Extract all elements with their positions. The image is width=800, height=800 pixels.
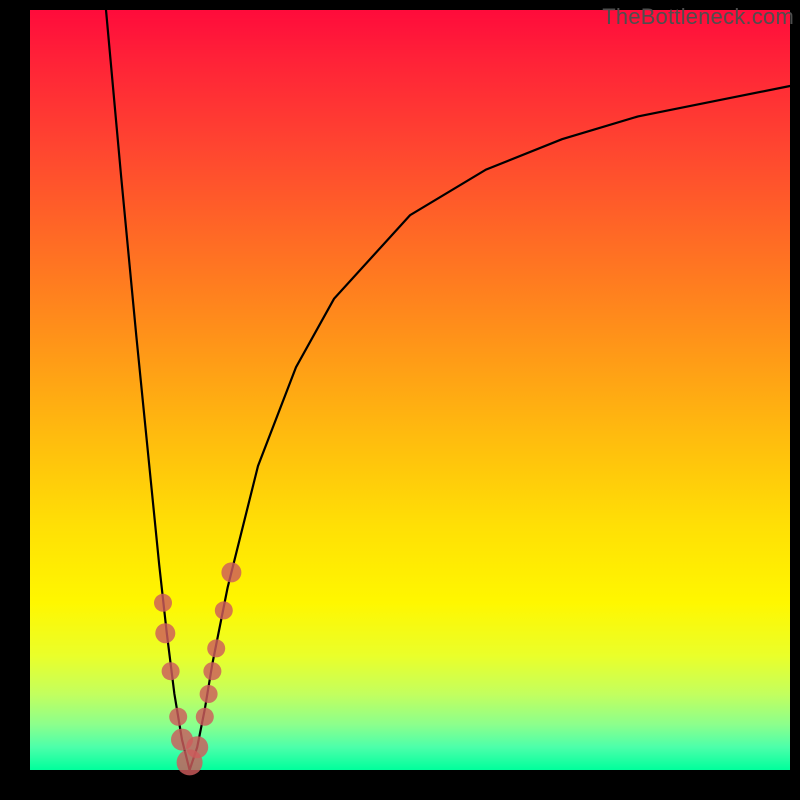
curve-left (106, 10, 190, 770)
curve-right (190, 86, 790, 770)
highlight-dot (207, 639, 225, 657)
highlight-dot (196, 708, 214, 726)
highlight-dot (186, 736, 208, 758)
highlight-dot (200, 685, 218, 703)
highlight-dot (203, 662, 221, 680)
highlight-dot (215, 601, 233, 619)
curve-layer (30, 10, 790, 770)
watermark-text: TheBottleneck.com (602, 4, 794, 30)
highlight-dot (221, 562, 241, 582)
highlight-dot (155, 623, 175, 643)
highlight-dot (162, 662, 180, 680)
highlight-dots-group (154, 562, 241, 775)
highlight-dot (154, 594, 172, 612)
highlight-dot (169, 708, 187, 726)
plot-area (30, 10, 790, 770)
chart-frame: TheBottleneck.com (0, 0, 800, 800)
